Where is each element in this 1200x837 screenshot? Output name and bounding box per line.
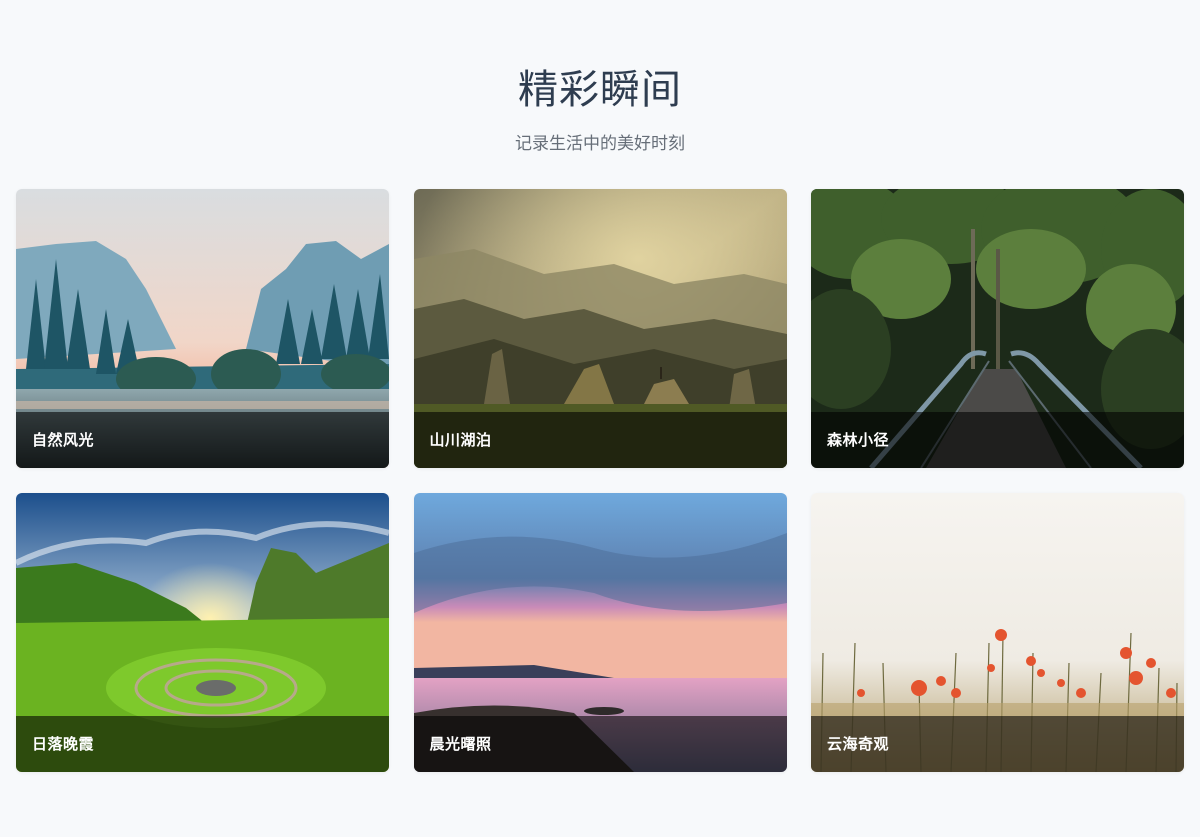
card-label: 山川湖泊: [429, 431, 492, 449]
page-subtitle: 记录生活中的美好时刻: [515, 134, 685, 154]
card-caption: 日落晚霞: [16, 716, 389, 772]
gallery-card-mountains-lakes[interactable]: 山川湖泊: [413, 189, 787, 468]
card-label: 森林小径: [827, 431, 890, 449]
card-caption: 森林小径: [811, 412, 1184, 468]
photo-grid: 自然风光 山川湖泊 森林小径 日落晚霞 晨光曙照 云海奇观: [16, 189, 1184, 772]
gallery-card-nature[interactable]: 自然风光: [16, 189, 389, 468]
card-label: 自然风光: [32, 431, 95, 449]
gallery-card-sunset[interactable]: 日落晚霞: [16, 493, 389, 772]
gallery-card-cloud-sea[interactable]: 云海奇观: [811, 493, 1184, 772]
card-caption: 晨光曙照: [413, 716, 787, 772]
gallery-card-forest-path[interactable]: 森林小径: [811, 189, 1184, 468]
card-label: 日落晚霞: [32, 735, 95, 753]
card-caption: 山川湖泊: [413, 412, 787, 468]
page-title: 精彩瞬间: [518, 67, 682, 113]
card-label: 晨光曙照: [429, 735, 492, 753]
card-caption: 云海奇观: [811, 716, 1184, 772]
card-label: 云海奇观: [827, 735, 890, 753]
card-caption: 自然风光: [16, 412, 389, 468]
gallery-card-dawn[interactable]: 晨光曙照: [413, 493, 787, 772]
gallery-page: 精彩瞬间 记录生活中的美好时刻 自然风光 山川湖泊 森林小径 日落晚霞 晨光曙照…: [0, 0, 1200, 837]
